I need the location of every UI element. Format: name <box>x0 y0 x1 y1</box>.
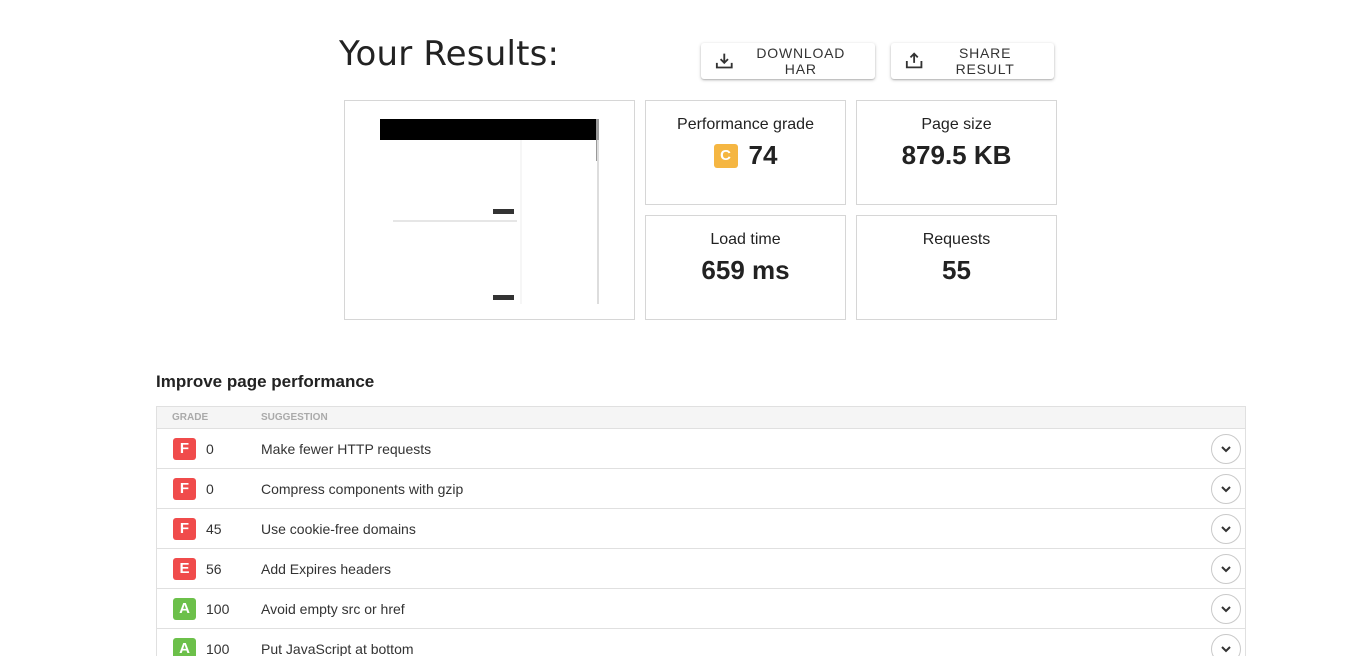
page-size-label: Page size <box>921 116 992 133</box>
requests-label: Requests <box>922 231 991 248</box>
page-size-value: 879.5 KB <box>901 140 1012 170</box>
score-value: 0 <box>206 481 214 497</box>
chevron-down-icon <box>1221 646 1231 653</box>
chevron-down-icon <box>1221 606 1231 613</box>
grade-badge: E <box>173 558 196 580</box>
expand-button[interactable] <box>1211 554 1241 584</box>
share-result-label: SHARE RESULT <box>955 45 1015 77</box>
share-result-button[interactable]: SHARE RESULT <box>891 43 1054 79</box>
load-time-value: 659 ms <box>701 255 790 285</box>
expand-button[interactable] <box>1211 474 1241 504</box>
performance-grade-value: 74 <box>748 140 778 170</box>
expand-button[interactable] <box>1211 434 1241 464</box>
load-time-label: Load time <box>710 231 781 248</box>
suggestion-text: Compress components with gzip <box>261 481 464 497</box>
requests-card: Requests 55 <box>856 215 1057 320</box>
grade-badge: C <box>713 143 738 168</box>
download-har-label: DOWNLOAD HAR <box>756 45 846 77</box>
upload-icon <box>905 52 923 69</box>
chevron-down-icon <box>1221 446 1231 453</box>
download-icon <box>715 53 733 69</box>
grade-badge: A <box>173 638 196 656</box>
screenshot-preview <box>380 119 599 304</box>
performance-grade-card: Performance grade C 74 <box>645 100 846 205</box>
page-size-card: Page size 879.5 KB <box>856 100 1057 205</box>
grade-badge: F <box>173 518 196 540</box>
table-row[interactable]: A 100 Put JavaScript at bottom <box>157 629 1245 656</box>
suggestion-text: Add Expires headers <box>261 561 391 577</box>
score-value: 100 <box>206 601 230 617</box>
page-title: Your Results: <box>339 34 560 74</box>
improve-section-title: Improve page performance <box>156 372 375 391</box>
table-header: GRADE SUGGESTION <box>157 407 1245 429</box>
expand-button[interactable] <box>1211 634 1241 656</box>
download-har-button[interactable]: DOWNLOAD HAR <box>701 43 875 79</box>
score-value: 100 <box>206 641 230 656</box>
grade-badge: A <box>173 598 196 620</box>
load-time-card: Load time 659 ms <box>645 215 846 320</box>
requests-value: 55 <box>942 255 971 285</box>
expand-button[interactable] <box>1211 594 1241 624</box>
score-value: 56 <box>206 561 222 577</box>
grade-column-header: GRADE <box>172 412 209 423</box>
score-value: 0 <box>206 441 214 457</box>
grade-badge: F <box>173 438 196 460</box>
grade-badge: F <box>173 478 196 500</box>
table-row[interactable]: F 45 Use cookie-free domains <box>157 509 1245 549</box>
score-value: 45 <box>206 521 222 537</box>
chevron-down-icon <box>1221 566 1231 573</box>
suggestion-text: Avoid empty src or href <box>261 601 405 617</box>
suggestions-table: GRADE SUGGESTION F 0 Make fewer HTTP reque… <box>156 406 1246 656</box>
chevron-down-icon <box>1221 486 1231 493</box>
expand-button[interactable] <box>1211 514 1241 544</box>
table-row[interactable]: E 56 Add Expires headers <box>157 549 1245 589</box>
performance-grade-label: Performance grade <box>677 116 814 133</box>
suggestion-column-header: SUGGESTION <box>261 412 328 423</box>
table-row[interactable]: A 100 Avoid empty src or href <box>157 589 1245 629</box>
suggestion-text: Make fewer HTTP requests <box>261 441 432 457</box>
page-screenshot-thumbnail <box>344 100 635 320</box>
table-body: F 0 Make fewer HTTP requests F 0 Compress com… <box>157 429 1245 656</box>
suggestion-text: Use cookie-free domains <box>261 521 416 537</box>
table-row[interactable]: F 0 Compress components with gzip <box>157 469 1245 509</box>
suggestion-text: Put JavaScript at bottom <box>261 641 414 656</box>
performance-grade-value-wrap: C 74 <box>646 140 845 171</box>
chevron-down-icon <box>1221 526 1231 533</box>
table-row[interactable]: F 0 Make fewer HTTP requests <box>157 429 1245 469</box>
